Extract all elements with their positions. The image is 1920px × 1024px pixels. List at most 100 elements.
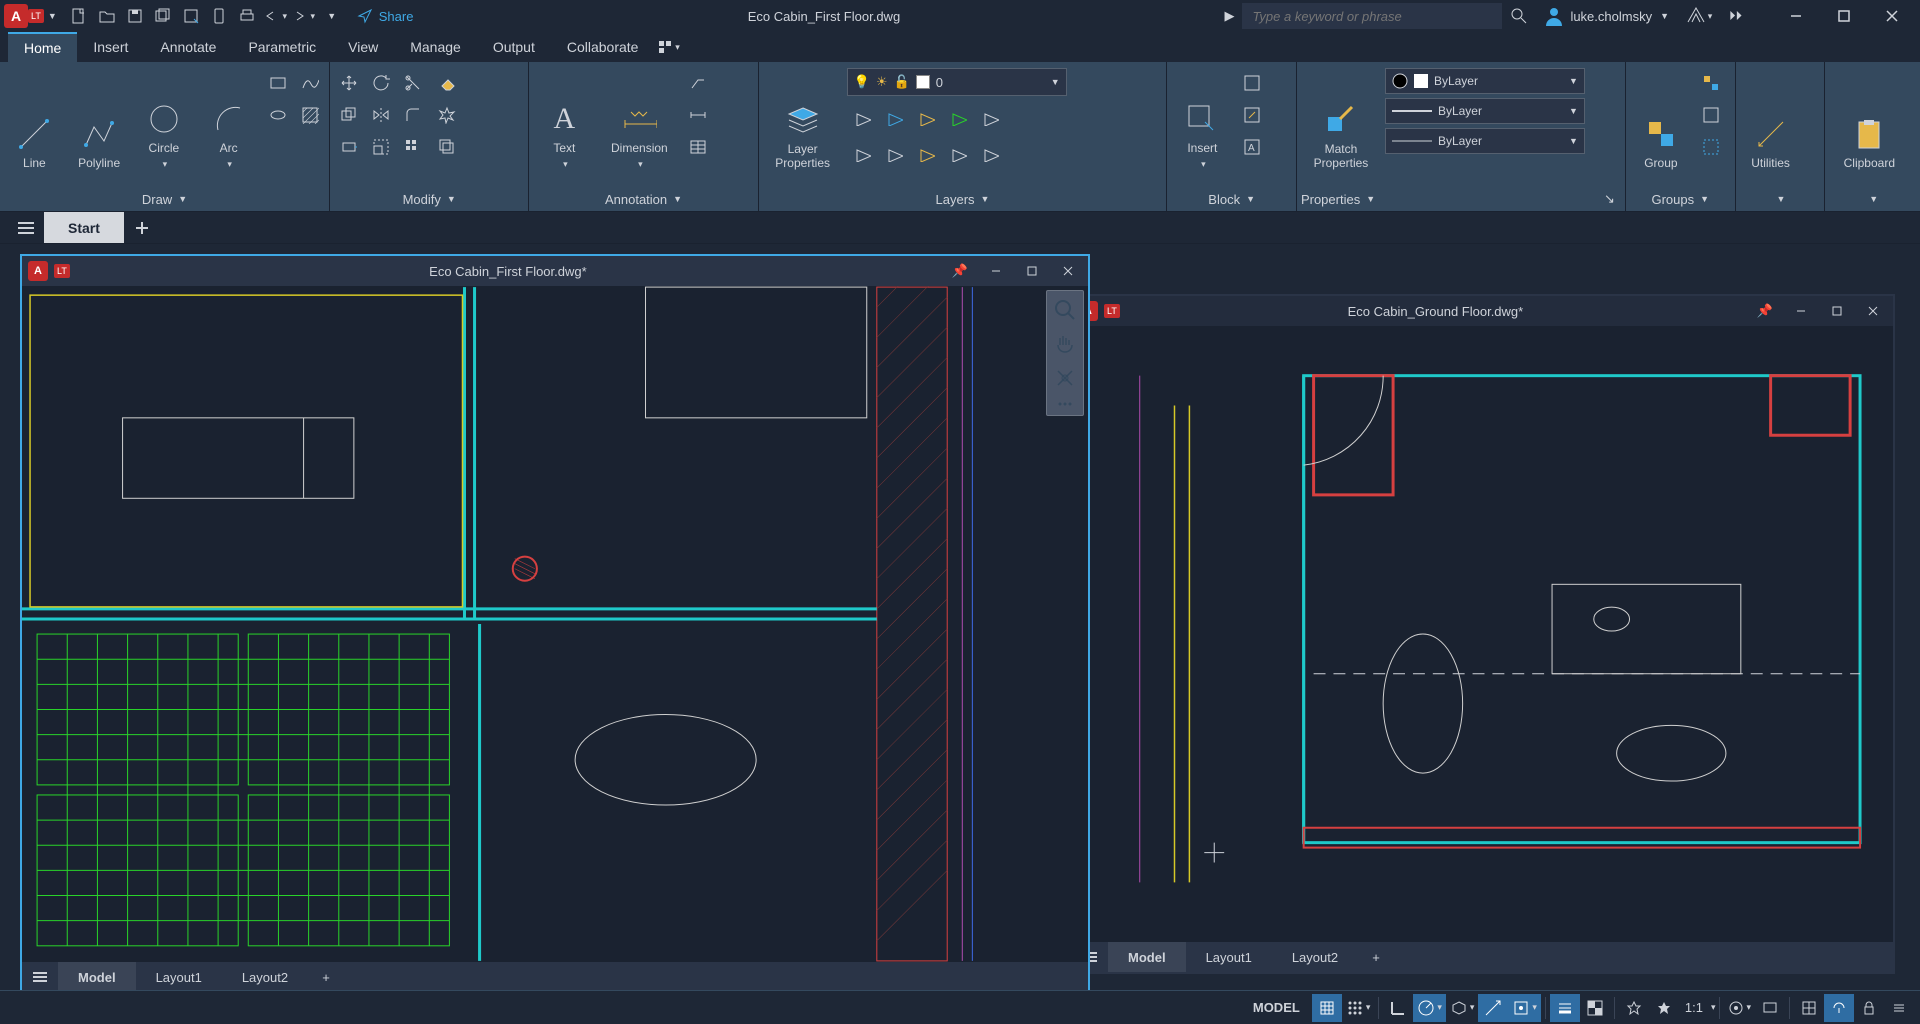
- dimension-button[interactable]: Dimension▾: [599, 68, 679, 176]
- saveas-icon[interactable]: [177, 2, 205, 30]
- scale-label[interactable]: 1:1: [1679, 994, 1709, 1022]
- panel-properties-title[interactable]: Properties▼↘: [1301, 187, 1621, 211]
- tab-insert[interactable]: Insert: [77, 32, 144, 62]
- dim-linear-icon[interactable]: [683, 100, 713, 130]
- polar-icon[interactable]: ▾: [1413, 994, 1446, 1022]
- tab-manage[interactable]: Manage: [394, 32, 477, 62]
- layer-make-icon[interactable]: [943, 102, 973, 132]
- start-tab[interactable]: Start: [44, 212, 124, 243]
- docwin1-max-icon[interactable]: [1018, 257, 1046, 285]
- maximize-button[interactable]: [1820, 0, 1868, 32]
- docwin2-tab-layout2[interactable]: Layout2: [1272, 942, 1358, 972]
- docwin2-titlebar[interactable]: A LT Eco Cabin_Ground Floor.dwg* 📌: [1072, 296, 1893, 326]
- pan-icon[interactable]: [1050, 329, 1080, 359]
- panel-annotation-title[interactable]: Annotation▼: [533, 187, 753, 211]
- docwin1-close-icon[interactable]: [1054, 257, 1082, 285]
- dialog-launcher-icon[interactable]: ↘: [1604, 191, 1621, 207]
- minimize-button[interactable]: [1772, 0, 1820, 32]
- mirror-icon[interactable]: [366, 100, 396, 130]
- model-space-button[interactable]: MODEL: [1241, 994, 1312, 1022]
- tab-annotate[interactable]: Annotate: [144, 32, 232, 62]
- docwin2-tab-layout1[interactable]: Layout1: [1186, 942, 1272, 972]
- canvas-2[interactable]: [1072, 326, 1893, 942]
- open-icon[interactable]: [93, 2, 121, 30]
- arc-button[interactable]: Arc▾: [198, 68, 259, 176]
- layer-lock2-icon[interactable]: [911, 102, 941, 132]
- create-block-icon[interactable]: [1237, 68, 1267, 98]
- layer-iso-icon[interactable]: [847, 138, 877, 168]
- docwin2-close-icon[interactable]: [1859, 297, 1887, 325]
- customize-icon[interactable]: [1884, 994, 1914, 1022]
- qat-dropdown-icon[interactable]: ▼: [317, 2, 345, 30]
- ortho-icon[interactable]: [1383, 994, 1413, 1022]
- rotate-icon[interactable]: [366, 68, 396, 98]
- offset-icon[interactable]: [432, 132, 462, 162]
- edit-block-icon[interactable]: [1237, 100, 1267, 130]
- color-selector[interactable]: ByLayer▼: [1385, 68, 1585, 94]
- hatch-icon[interactable]: [295, 100, 325, 130]
- table-icon[interactable]: [683, 132, 713, 162]
- trim-icon[interactable]: [398, 68, 428, 98]
- polyline-button[interactable]: Polyline: [69, 68, 130, 176]
- explode-icon[interactable]: [432, 100, 462, 130]
- saveall-icon[interactable]: [149, 2, 177, 30]
- scale-icon[interactable]: [366, 132, 396, 162]
- tab-collaborate[interactable]: Collaborate: [551, 32, 655, 62]
- grid-icon[interactable]: [1312, 994, 1342, 1022]
- layer-selector[interactable]: 💡 ☀ 🔓 0 ▼: [847, 68, 1067, 96]
- linetype-selector[interactable]: ByLayer▼: [1385, 128, 1585, 154]
- ungroup-icon[interactable]: [1696, 68, 1726, 98]
- fillet-icon[interactable]: [398, 100, 428, 130]
- group-button[interactable]: Group: [1630, 68, 1692, 176]
- lineweight-selector[interactable]: ByLayer▼: [1385, 98, 1585, 124]
- document-window-1[interactable]: A LT Eco Cabin_First Floor.dwg* 📌: [20, 254, 1090, 994]
- spline-icon[interactable]: [295, 68, 325, 98]
- save-icon[interactable]: [121, 2, 149, 30]
- close-button[interactable]: [1868, 0, 1916, 32]
- layer-properties-button[interactable]: Layer Properties: [763, 68, 843, 176]
- tab-view[interactable]: View: [332, 32, 394, 62]
- layer-uniso-icon[interactable]: [879, 138, 909, 168]
- snap-icon[interactable]: ▾: [1342, 994, 1375, 1022]
- play-icon[interactable]: ▶: [1224, 8, 1234, 24]
- group-edit-icon[interactable]: [1696, 100, 1726, 130]
- tab-output[interactable]: Output: [477, 32, 551, 62]
- new-icon[interactable]: [65, 2, 93, 30]
- transparency-icon[interactable]: [1580, 994, 1610, 1022]
- stretch-icon[interactable]: [334, 132, 364, 162]
- panel-modify-title[interactable]: Modify▼: [334, 187, 524, 211]
- tab-apps-icon[interactable]: ▾: [654, 32, 682, 62]
- docwin1-tab-layout2[interactable]: Layout2: [222, 962, 308, 992]
- lwt-icon[interactable]: [1550, 994, 1580, 1022]
- docwin1-tab-model[interactable]: Model: [58, 962, 136, 992]
- mobile-icon[interactable]: [205, 2, 233, 30]
- tab-home[interactable]: Home: [8, 32, 77, 62]
- undo-icon[interactable]: ▾: [261, 2, 289, 30]
- overflow-icon[interactable]: ⏵⏵: [1721, 8, 1750, 24]
- quickprops-icon[interactable]: [1824, 994, 1854, 1022]
- attr-icon[interactable]: A: [1237, 132, 1267, 162]
- utilities-button[interactable]: Utilities: [1740, 68, 1802, 176]
- docwin1-tab-layout1[interactable]: Layout1: [136, 962, 222, 992]
- docwin1-titlebar[interactable]: A LT Eco Cabin_First Floor.dwg* 📌: [22, 256, 1088, 286]
- move-icon[interactable]: [334, 68, 364, 98]
- docwin1-min-icon[interactable]: [982, 257, 1010, 285]
- canvas-1[interactable]: [22, 286, 1088, 962]
- layer-state-icon[interactable]: [975, 138, 1005, 168]
- tabs-menu-icon[interactable]: [8, 212, 44, 243]
- match-properties-button[interactable]: Match Properties: [1301, 68, 1381, 176]
- circle-button[interactable]: Circle▾: [134, 68, 195, 176]
- docwin1-pin-icon[interactable]: 📌: [946, 257, 974, 285]
- annovisibility-icon[interactable]: [1649, 994, 1679, 1022]
- group-bbox-icon[interactable]: [1696, 132, 1726, 162]
- docwin2-min-icon[interactable]: [1787, 297, 1815, 325]
- app-menu-dropdown[interactable]: ▼: [48, 11, 57, 21]
- magnify-icon[interactable]: [1510, 7, 1528, 25]
- nav-grip-icon[interactable]: [1050, 397, 1080, 411]
- ellipse-icon[interactable]: [263, 100, 293, 130]
- clipboard-button[interactable]: Clipboard: [1829, 68, 1909, 176]
- autodesk-icon[interactable]: ▾: [1685, 2, 1713, 30]
- tab-parametric[interactable]: Parametric: [232, 32, 332, 62]
- units-icon[interactable]: [1794, 994, 1824, 1022]
- new-tab-button[interactable]: [124, 212, 160, 243]
